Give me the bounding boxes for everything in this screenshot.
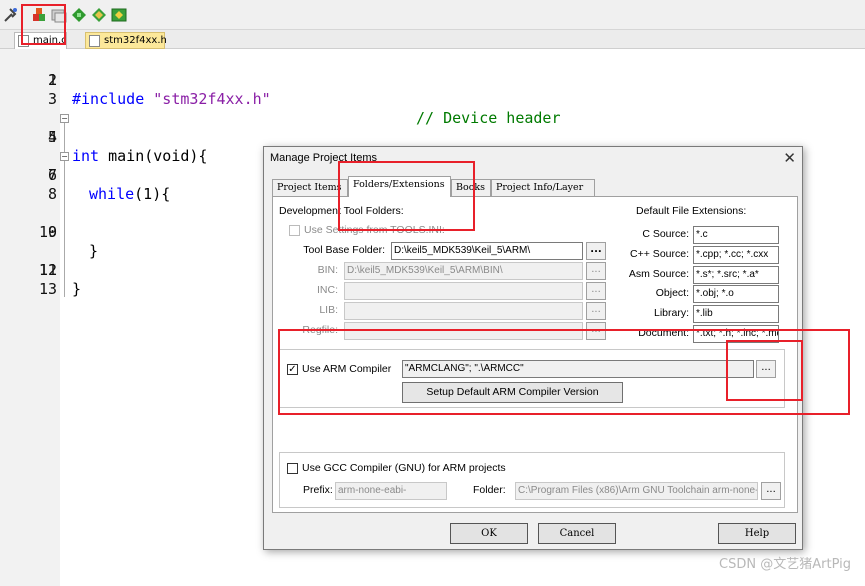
code-token: while — [89, 185, 135, 203]
tool-base-label: Tool Base Folder: — [303, 244, 385, 256]
tool-base-browse-button[interactable]: ... — [586, 242, 606, 260]
lib-browse-button[interactable]: ... — [586, 302, 606, 320]
c-source-input[interactable]: *.c — [693, 226, 779, 244]
line-number: 7 — [47, 166, 57, 184]
inc-browse-button[interactable]: ... — [586, 282, 606, 300]
inc-input[interactable] — [344, 282, 583, 300]
line-number: 8 — [47, 185, 57, 203]
watermark: CSDN @文艺猪ArtPig — [719, 557, 851, 572]
code-line: 9 } — [0, 204, 200, 260]
code-line: 11 } — [0, 242, 200, 298]
prefix-label: Prefix: — [303, 484, 333, 496]
build-tools-icon[interactable] — [2, 6, 20, 24]
cancel-button[interactable]: Cancel — [538, 523, 616, 544]
lib-label: LIB: — [319, 304, 338, 316]
object-input[interactable]: *.obj; *.o — [693, 285, 779, 303]
cpp-source-label: C++ Source: — [630, 248, 689, 260]
bin-input[interactable]: D:\keil5_MDK539\Keil_5\ARM\BIN\ — [344, 262, 583, 280]
tab-project-items[interactable]: Project Items — [272, 179, 348, 196]
code-comment: // Device header — [416, 109, 561, 127]
cpp-source-input[interactable]: *.cpp; *.cc; *.cxx — [693, 246, 779, 264]
fold-toggle-icon[interactable]: − — [60, 114, 69, 123]
prefix-input[interactable]: arm-none-eabi- — [335, 482, 447, 500]
use-gcc-checkbox[interactable] — [287, 463, 298, 474]
tab-label: stm32f4xx.h — [104, 35, 167, 46]
lib-input[interactable] — [344, 302, 583, 320]
code-token: #include — [72, 90, 145, 108]
asm-source-input[interactable]: *.s*; *.src; *.a* — [693, 266, 779, 284]
tool-base-input[interactable]: D:\keil5_MDK539\Keil_5\ARM\ — [391, 242, 583, 260]
use-gcc-label: Use GCC Compiler (GNU) for ARM projects — [302, 462, 506, 474]
load-icon[interactable] — [110, 6, 128, 24]
code-token: (1){ — [134, 185, 171, 203]
bin-browse-button[interactable]: ... — [586, 262, 606, 280]
line-number: 10 — [38, 223, 57, 241]
tab-stm32f4xx-h[interactable]: stm32f4xx.h — [85, 32, 167, 49]
inc-label: INC: — [317, 284, 338, 296]
tab-folders-extensions[interactable]: Folders/Extensions — [348, 176, 451, 197]
default-ext-label: Default File Extensions: — [636, 205, 747, 217]
use-settings-checkbox[interactable] — [289, 225, 300, 236]
gcc-folder-input[interactable]: C:\Program Files (x86)\Arm GNU Toolchain… — [515, 482, 758, 500]
code-line: 1 #include "stm32f4xx.h" // Device heade… — [0, 52, 865, 127]
highlight-arm-browse-button — [726, 340, 803, 401]
line-number: 12 — [38, 261, 57, 279]
code-token: "stm32f4xx.h" — [153, 90, 271, 108]
library-label: Library: — [653, 307, 689, 319]
bin-label: BIN: — [317, 264, 338, 276]
gcc-folder-browse-button[interactable]: ... — [761, 482, 781, 500]
file-icon — [89, 35, 100, 47]
highlight-toolbar-button — [21, 4, 66, 45]
line-number: 13 — [38, 280, 57, 298]
c-source-label: C Source: — [642, 228, 689, 240]
line-number: 5 — [47, 128, 57, 146]
select-packs-icon[interactable] — [70, 6, 88, 24]
fold-toggle-icon[interactable]: − — [60, 152, 69, 161]
green-diamond-icon[interactable] — [90, 6, 108, 24]
library-input[interactable]: *.lib — [693, 305, 779, 323]
file-tabs: main.c stm32f4xx.h — [0, 30, 865, 49]
asm-source-label: Asm Source: — [628, 268, 689, 280]
ok-button[interactable]: OK — [450, 523, 528, 544]
close-icon[interactable]: ✕ — [783, 149, 796, 167]
folder-label: Folder: — [473, 484, 506, 496]
toolbar — [0, 0, 865, 30]
object-label: Object: — [655, 287, 689, 299]
code-token: } — [72, 280, 82, 298]
help-button[interactable]: Help — [718, 523, 796, 544]
line-number: 2 — [47, 71, 57, 89]
tab-project-info-layer[interactable]: Project Info/Layer — [491, 179, 595, 196]
line-number: 3 — [47, 90, 57, 108]
